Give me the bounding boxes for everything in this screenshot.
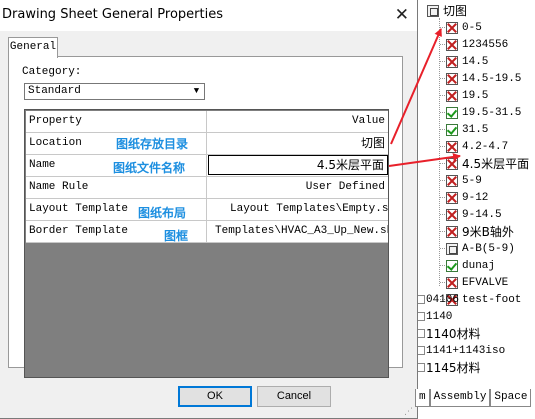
tree-folder-0[interactable]: 04106 (426, 291, 459, 308)
error-x-icon (446, 225, 458, 238)
property-value[interactable]: Layout Templates\Empty.sha (208, 199, 388, 220)
tree-item-label: 9-12 (462, 191, 489, 204)
tab-general[interactable]: General (8, 37, 58, 58)
property-grid-header: Property Value (26, 111, 388, 133)
tree-node-label: 切图 (443, 4, 468, 18)
tree-item-9[interactable]: 5-9 (446, 172, 482, 189)
ok-button[interactable]: OK (178, 386, 252, 407)
chevron-down-icon[interactable]: ▼ (191, 85, 202, 98)
tree-folder-2[interactable]: 1140材料 (426, 325, 481, 342)
tree-folder-label: 1140 (426, 310, 453, 323)
tree-item-label: 5-9 (462, 174, 482, 187)
property-row-name[interactable]: Name 4.5米层平面 (26, 155, 388, 177)
tree-item-6[interactable]: 31.5 (446, 121, 488, 138)
cancel-button[interactable]: Cancel (257, 386, 331, 407)
header-property: Property (26, 111, 207, 132)
error-x-icon (446, 55, 458, 68)
annotation-border: 图框 (164, 229, 189, 243)
check-icon (446, 106, 458, 119)
tree-folder-label: 1140材料 (426, 327, 481, 341)
error-x-icon (446, 191, 458, 204)
document-icon (446, 242, 458, 255)
tree-item-label: A-B(5-9) (462, 242, 515, 255)
annotation-layout: 图纸布局 (138, 206, 187, 220)
property-row-name-rule[interactable]: Name Rule User Defined (26, 177, 388, 199)
check-icon (446, 123, 458, 136)
tree-folder-3[interactable]: 1141+1143iso (426, 342, 505, 359)
tree-item-5[interactable]: 19.5-31.5 (446, 104, 521, 121)
tree-item-label: 4.2-4.7 (462, 140, 509, 153)
tree-item-label: 19.5 (462, 89, 489, 102)
check-icon (446, 259, 458, 272)
bottom-tab-0[interactable]: m (415, 389, 430, 407)
tree-item-13[interactable]: A-B(5-9) (446, 240, 515, 257)
tree-item-label: 0-5 (462, 21, 482, 34)
tree-item-label: 9米B轴外 (462, 225, 514, 239)
tree-item-label: 14.5-19.5 (462, 72, 522, 85)
tree-item-label: 9-14.5 (462, 208, 502, 221)
annotation-location: 图纸存放目录 (116, 137, 189, 151)
bottom-tab-1[interactable]: Assembly (429, 389, 491, 407)
tree-folder-4[interactable]: 1145材料 (426, 359, 481, 376)
category-select[interactable]: Standard ▼ (24, 83, 205, 100)
error-x-icon (446, 157, 458, 170)
tree-item-7[interactable]: 4.2-4.7 (446, 138, 508, 155)
tree-item-12[interactable]: 9米B轴外 (446, 223, 514, 240)
tree-item-label: test-foot (462, 293, 522, 306)
tree-folder-label: 04106 (426, 293, 460, 306)
tree-item-15[interactable]: EFVALVE (446, 274, 508, 291)
error-x-icon (446, 140, 458, 153)
tree-item-4[interactable]: 19.5 (446, 87, 488, 104)
tree-item-label: 4.5米层平面 (462, 157, 530, 171)
tree-item-label: 31.5 (462, 123, 489, 136)
tree-bottom-tabs: m Assembly Space (415, 389, 532, 407)
tree-item-11[interactable]: 9-14.5 (446, 206, 502, 223)
bottom-tab-2[interactable]: Space (490, 389, 532, 407)
tree-folder-label: 1141+1143iso (426, 344, 506, 357)
properties-dialog: Drawing Sheet General Properties ✕ Gener… (0, 0, 418, 419)
tree-item-label: 19.5-31.5 (462, 106, 522, 119)
tree-item-10[interactable]: 9-12 (446, 189, 488, 206)
tree-item-8[interactable]: 4.5米层平面 (446, 155, 529, 172)
property-value[interactable]: Templates\HVAC_A3_Up_New.sha (208, 221, 388, 242)
tree-item-label: dunaj (462, 259, 496, 272)
folder-icon (427, 4, 439, 17)
property-row-location[interactable]: Location 切图 (26, 133, 388, 155)
tree-item-1[interactable]: 1234556 (446, 36, 508, 53)
tree-item-label: 1234556 (462, 38, 509, 51)
dialog-title: Drawing Sheet General Properties (2, 7, 223, 22)
annotation-name: 图纸文件名称 (113, 161, 186, 175)
property-row-border-template[interactable]: Border Template Templates\HVAC_A3_Up_New… (26, 221, 388, 243)
model-tree-panel: 切图 0-5 1234556 14.5 14.5-19.5 19.5 19.5-31.5 31… (415, 0, 535, 419)
property-value[interactable]: User Defined (208, 177, 388, 198)
tree-item-0[interactable]: 0-5 (446, 19, 482, 36)
header-value: Value (351, 115, 385, 127)
resize-grip-icon[interactable]: ⋰ (404, 407, 413, 417)
property-grid: Property Value Location 切图 Name 4.5米层平面 … (24, 109, 389, 378)
error-x-icon (446, 38, 458, 51)
tree-item-label: EFVALVE (462, 276, 509, 289)
error-x-icon (446, 276, 458, 289)
property-row-layout-template[interactable]: Layout Template Layout Templates\Empty.s… (26, 199, 388, 221)
tree-item-3[interactable]: 14.5-19.5 (446, 70, 521, 87)
property-value[interactable]: 切图 (208, 133, 388, 154)
tree-folder-label: 1145材料 (426, 361, 481, 375)
error-x-icon (446, 72, 458, 85)
tree-item-label: 14.5 (462, 55, 489, 68)
tree-item-2[interactable]: 14.5 (446, 53, 488, 70)
tree-connector (439, 18, 440, 286)
tree-root-node[interactable]: 切图 (427, 2, 467, 19)
error-x-icon (446, 208, 458, 221)
dialog-titlebar: Drawing Sheet General Properties ✕ (0, 0, 417, 31)
name-value-field[interactable]: 4.5米层平面 (208, 155, 388, 175)
tree-folder-1[interactable]: 1140 (426, 308, 452, 325)
category-label: Category: (22, 66, 82, 78)
error-x-icon (446, 21, 458, 34)
category-select-value: Standard (28, 85, 81, 97)
tree-item-14[interactable]: dunaj (446, 257, 495, 274)
property-name: Name Rule (26, 177, 207, 198)
close-icon[interactable]: ✕ (395, 5, 409, 25)
error-x-icon (446, 89, 458, 102)
error-x-icon (446, 174, 458, 187)
